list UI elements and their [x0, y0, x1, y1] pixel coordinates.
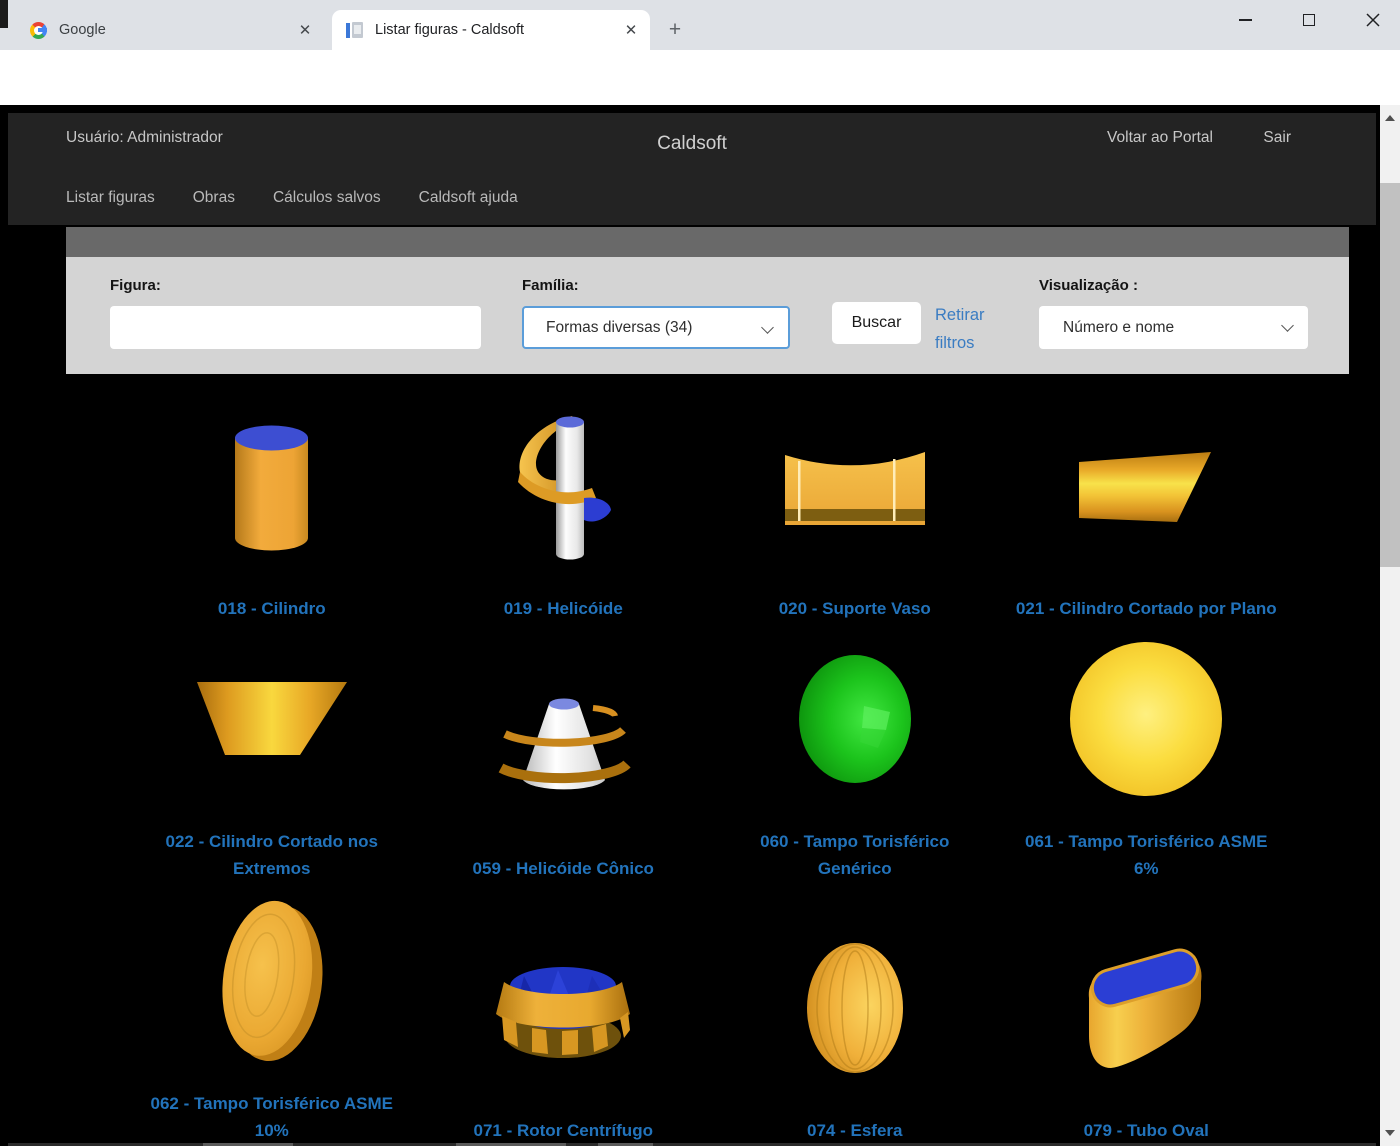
- figure-cell-019-helicoide[interactable]: 019 - Helicóide: [418, 395, 710, 622]
- figure-row: 018 - Cilindro: [126, 395, 1292, 622]
- figure-image-helicoide-conico[interactable]: [438, 651, 688, 841]
- figure-cell-060-tampo-torisferico-generico[interactable]: 060 - Tampo TorisféricoGenérico: [709, 622, 1001, 882]
- figure-label[interactable]: 062 - Tampo Torisférico ASME10%: [151, 1090, 393, 1144]
- figure-image-tampo-torisferico-asme-6[interactable]: [1021, 624, 1271, 814]
- figure-image-rotor-centrifugo[interactable]: [438, 913, 688, 1103]
- filter-top-band: [66, 227, 1349, 257]
- tab-title: Google: [59, 22, 296, 38]
- browser-toolbar: calculo.info/Caldsoft/Fig C: [0, 50, 1400, 105]
- arrow-down-icon: [1385, 1130, 1395, 1136]
- figure-image-cilindro-cortado-plano[interactable]: [1021, 395, 1271, 581]
- figure-cell-018-cilindro[interactable]: 018 - Cilindro: [126, 395, 418, 622]
- scrollbar-up-button[interactable]: [1380, 105, 1400, 131]
- figure-cell-074-esfera[interactable]: 074 - Esfera: [709, 882, 1001, 1144]
- buscar-button[interactable]: Buscar: [832, 302, 921, 344]
- site-header: Usuário: Administrador Caldsoft Voltar a…: [8, 113, 1376, 225]
- google-favicon-icon: [30, 22, 47, 39]
- familia-select-value: Formas diversas (34): [546, 319, 692, 337]
- window-maximize-button[interactable]: [1286, 0, 1332, 40]
- figure-label[interactable]: 020 - Suporte Vaso: [779, 595, 931, 622]
- nav-calculos-salvos[interactable]: Cálculos salvos: [273, 189, 381, 207]
- figure-image-helicoide[interactable]: [438, 395, 688, 581]
- visualizacao-select[interactable]: Número e nome: [1039, 306, 1308, 349]
- filter-panel: Figura: Família: Formas diversas (34) Bu…: [66, 257, 1349, 374]
- figure-cell-022-cilindro-cortado-extremos[interactable]: 022 - Cilindro Cortado nosExtremos: [126, 622, 418, 882]
- figure-label[interactable]: 018 - Cilindro: [218, 595, 326, 622]
- logout-link[interactable]: Sair: [1263, 129, 1291, 147]
- scrollbar-down-button[interactable]: [1380, 1120, 1400, 1146]
- new-tab-button[interactable]: +: [662, 18, 688, 44]
- figure-label[interactable]: 022 - Cilindro Cortado nosExtremos: [165, 828, 378, 882]
- figure-label[interactable]: 071 - Rotor Centrífugo: [474, 1117, 653, 1144]
- figura-label: Figura:: [110, 277, 161, 294]
- figure-label[interactable]: 060 - Tampo TorisféricoGenérico: [760, 828, 949, 882]
- figure-label[interactable]: 021 - Cilindro Cortado por Plano: [1016, 595, 1277, 622]
- caldsoft-favicon-icon: [346, 22, 363, 39]
- familia-label: Família:: [522, 277, 579, 294]
- tab-caldsoft[interactable]: Listar figuras - Caldsoft ✕: [332, 10, 650, 50]
- figure-image-cilindro[interactable]: [147, 395, 397, 581]
- chevron-down-icon: [1281, 319, 1294, 332]
- tab-close-icon[interactable]: ✕: [296, 21, 314, 39]
- figure-cell-079-tubo-oval[interactable]: 079 - Tubo Oval: [1001, 882, 1293, 1144]
- visualizacao-label: Visualização :: [1039, 277, 1138, 294]
- figure-image-suporte-vaso[interactable]: [730, 395, 980, 581]
- figure-label[interactable]: 079 - Tubo Oval: [1084, 1117, 1209, 1144]
- figure-cell-061-tampo-torisferico-asme-6[interactable]: 061 - Tampo Torisférico ASME6%: [1001, 622, 1293, 882]
- main-nav: Listar figuras Obras Cálculos salvos Cal…: [66, 189, 518, 207]
- tab-close-icon[interactable]: ✕: [622, 21, 640, 39]
- figure-cell-021-cilindro-cortado-plano[interactable]: 021 - Cilindro Cortado por Plano: [1001, 395, 1293, 622]
- familia-select[interactable]: Formas diversas (34): [522, 306, 790, 349]
- figure-cell-059-helicoide-conico[interactable]: 059 - Helicóide Cônico: [418, 622, 710, 882]
- nav-listar-figuras[interactable]: Listar figuras: [66, 189, 155, 207]
- page-scrollbar[interactable]: [1380, 105, 1400, 1146]
- figure-cell-062-tampo-torisferico-asme-10[interactable]: 062 - Tampo Torisférico ASME10%: [126, 882, 418, 1144]
- window-minimize-button[interactable]: [1222, 0, 1268, 40]
- window-close-button[interactable]: [1350, 0, 1396, 40]
- tab-title: Listar figuras - Caldsoft: [375, 22, 622, 38]
- figure-cell-020-suporte-vaso[interactable]: 020 - Suporte Vaso: [709, 395, 1001, 622]
- nav-caldsoft-ajuda[interactable]: Caldsoft ajuda: [419, 189, 518, 207]
- window-corner: [0, 0, 8, 28]
- browser-tabstrip: Google ✕ Listar figuras - Caldsoft ✕ +: [0, 0, 1400, 50]
- tab-google[interactable]: Google ✕: [16, 10, 324, 50]
- figure-image-tampo-torisferico-asme-10[interactable]: [147, 886, 397, 1076]
- close-icon: [1366, 13, 1380, 27]
- nav-obras[interactable]: Obras: [193, 189, 235, 207]
- arrow-up-icon: [1385, 115, 1395, 121]
- scrollbar-thumb[interactable]: [1380, 183, 1400, 567]
- figure-cell-071-rotor-centrifugo[interactable]: 071 - Rotor Centrífugo: [418, 882, 710, 1144]
- figure-row: 062 - Tampo Torisférico ASME10%: [126, 882, 1292, 1144]
- figure-image-tubo-oval[interactable]: [1021, 913, 1271, 1103]
- figure-row: 022 - Cilindro Cortado nosExtremos: [126, 622, 1292, 882]
- figure-image-cilindro-cortado-extremos[interactable]: [147, 624, 397, 814]
- figure-label[interactable]: 059 - Helicóide Cônico: [473, 855, 654, 882]
- visualizacao-select-value: Número e nome: [1063, 319, 1174, 337]
- page-content: Usuário: Administrador Caldsoft Voltar a…: [0, 105, 1400, 1146]
- figure-image-tampo-torisferico-generico[interactable]: [730, 624, 980, 814]
- figure-image-esfera[interactable]: [730, 913, 980, 1103]
- figure-label[interactable]: 019 - Helicóide: [504, 595, 623, 622]
- figura-input[interactable]: [110, 306, 481, 349]
- chevron-down-icon: [761, 321, 774, 334]
- figure-label[interactable]: 074 - Esfera: [807, 1117, 902, 1144]
- figure-label[interactable]: 061 - Tampo Torisférico ASME6%: [1025, 828, 1267, 882]
- figure-grid: 018 - Cilindro: [126, 395, 1292, 1144]
- portal-link[interactable]: Voltar ao Portal: [1107, 129, 1213, 147]
- retirar-filtros-link[interactable]: Retirar filtros: [935, 301, 999, 357]
